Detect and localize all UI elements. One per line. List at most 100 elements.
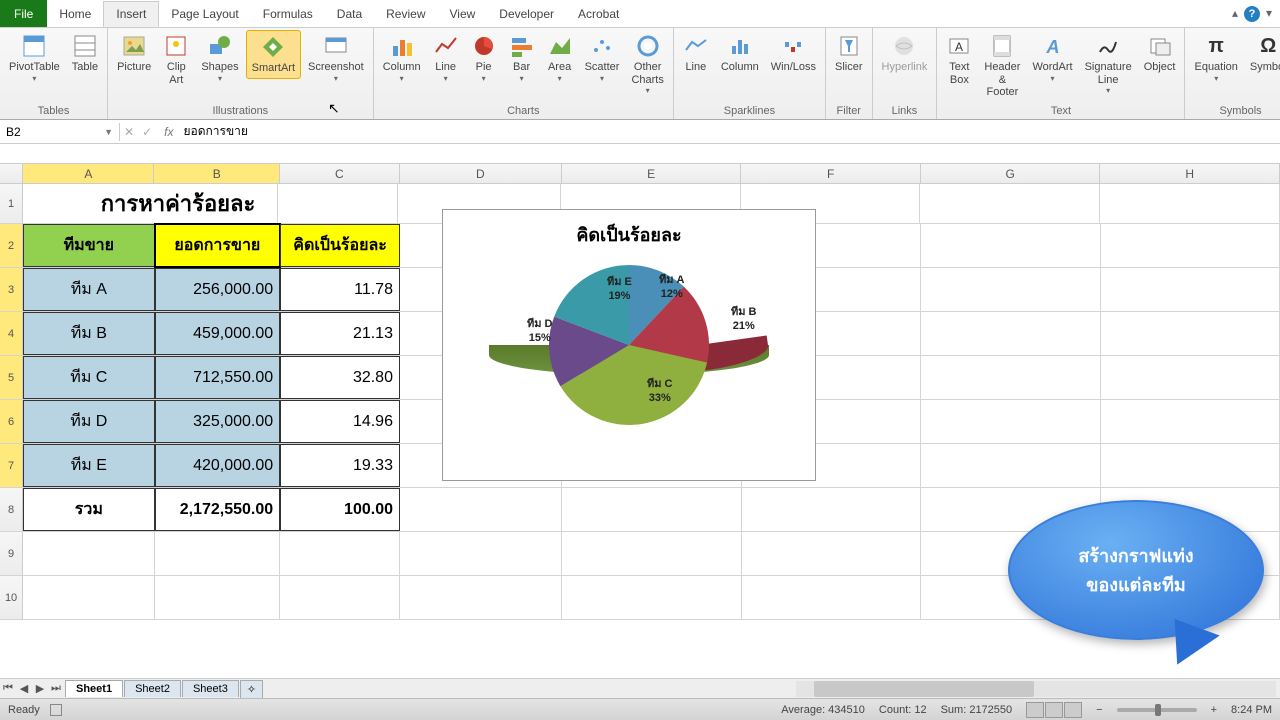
tab-page-layout[interactable]: Page Layout (159, 2, 250, 26)
sheet-nav-last[interactable]: ⏭ (48, 682, 64, 695)
header-pct[interactable]: คิดเป็นร้อยละ (280, 224, 400, 267)
group-label-charts: Charts (507, 103, 539, 119)
signature-button[interactable]: Signature Line▾ (1080, 30, 1137, 98)
total-pct[interactable]: 100.00 (280, 488, 400, 531)
ribbon-options-icon[interactable]: ▾ (1266, 6, 1272, 22)
sparkline-winloss-button[interactable]: Win/Loss (766, 30, 821, 77)
group-label-filter: Filter (837, 103, 861, 119)
picture-button[interactable]: Picture (112, 30, 156, 77)
group-label-symbols: Symbols (1219, 103, 1261, 119)
sheet-nav-prev[interactable]: ◀ (16, 682, 32, 695)
row-header-6[interactable]: 6 (0, 400, 23, 443)
pie-chart[interactable]: คิดเป็นร้อยละ ทีม A12% ทีม B21% ทีม C33%… (442, 209, 816, 481)
ribbon-tabs: File Home Insert Page Layout Formulas Da… (0, 0, 1280, 28)
row-header-7[interactable]: 7 (0, 444, 23, 487)
minimize-ribbon-icon[interactable]: ▴ (1232, 6, 1238, 22)
sheet-tab-1[interactable]: Sheet1 (65, 680, 123, 697)
table-row[interactable]: ทีม B (23, 312, 154, 355)
row-header-2[interactable]: 2 (0, 224, 23, 267)
col-header-F[interactable]: F (741, 164, 921, 183)
sheet-tab-3[interactable]: Sheet3 (182, 680, 239, 697)
tab-data[interactable]: Data (325, 2, 374, 26)
tab-review[interactable]: Review (374, 2, 437, 26)
total-label[interactable]: รวม (23, 488, 154, 531)
row-header-8[interactable]: 8 (0, 488, 23, 531)
pie-label-b: ทีม B21% (731, 305, 757, 334)
table-row[interactable]: ทีม E (23, 444, 154, 487)
area-chart-button[interactable]: Area▾ (542, 30, 578, 86)
col-header-D[interactable]: D (400, 164, 562, 183)
bar-chart-button[interactable]: Bar▾ (504, 30, 540, 86)
equation-button[interactable]: πEquation▾ (1189, 30, 1242, 86)
shapes-button[interactable]: Shapes▾ (196, 30, 243, 86)
table-row[interactable]: ทีม A (23, 268, 154, 311)
group-label-text: Text (1051, 103, 1071, 119)
row-header-5[interactable]: 5 (0, 356, 23, 399)
group-label-sparklines: Sparklines (724, 103, 775, 119)
group-tables: PivotTable▾ Table Tables (0, 28, 108, 119)
group-filter: Slicer Filter (826, 28, 873, 119)
tab-insert[interactable]: Insert (103, 1, 159, 27)
zoom-slider[interactable] (1117, 708, 1197, 712)
column-chart-button[interactable]: Column▾ (378, 30, 426, 86)
sheet-tab-2[interactable]: Sheet2 (124, 680, 181, 697)
formula-input[interactable] (181, 123, 1280, 141)
hyperlink-button[interactable]: Hyperlink (877, 30, 933, 77)
tab-view[interactable]: View (438, 2, 488, 26)
row-header-1[interactable]: 1 (0, 184, 23, 223)
zoom-in-icon[interactable]: + (1211, 704, 1217, 716)
name-box[interactable]: B2▼ (0, 123, 120, 141)
smartart-button[interactable]: SmartArt (246, 30, 301, 79)
header-sales[interactable]: ยอดการขาย (155, 224, 281, 267)
file-tab[interactable]: File (0, 0, 47, 27)
slicer-button[interactable]: Slicer (830, 30, 868, 77)
tab-formulas[interactable]: Formulas (251, 2, 325, 26)
row-header-9[interactable]: 9 (0, 532, 23, 575)
total-sales[interactable]: 2,172,550.00 (155, 488, 281, 531)
wordart-button[interactable]: AWordArt▾ (1027, 30, 1077, 86)
pie-chart-button[interactable]: Pie▾ (466, 30, 502, 86)
tab-home[interactable]: Home (47, 2, 103, 26)
sparkline-line-button[interactable]: Line (678, 30, 714, 77)
col-header-H[interactable]: H (1100, 164, 1280, 183)
symbol-button[interactable]: ΩSymbol (1245, 30, 1280, 77)
table-row[interactable]: ทีม C (23, 356, 154, 399)
sparkline-column-button[interactable]: Column (716, 30, 764, 77)
new-sheet-button[interactable]: ✧ (240, 680, 263, 698)
col-header-B[interactable]: B (154, 164, 280, 183)
row-header-10[interactable]: 10 (0, 576, 23, 619)
macro-record-icon[interactable] (50, 704, 62, 716)
help-icon[interactable]: ? (1244, 6, 1260, 22)
ribbon-body: PivotTable▾ Table Tables Picture Clip Ar… (0, 28, 1280, 120)
col-header-G[interactable]: G (921, 164, 1101, 183)
zoom-out-icon[interactable]: − (1096, 704, 1102, 716)
tab-acrobat[interactable]: Acrobat (566, 2, 631, 26)
row-header-3[interactable]: 3 (0, 268, 23, 311)
tab-developer[interactable]: Developer (487, 2, 566, 26)
screenshot-button[interactable]: Screenshot▾ (303, 30, 369, 86)
sheet-nav-first[interactable]: ⏮ (0, 682, 16, 695)
clipart-button[interactable]: Clip Art (158, 30, 194, 89)
row-header-4[interactable]: 4 (0, 312, 23, 355)
other-charts-button[interactable]: Other Charts▾ (626, 30, 668, 98)
scatter-chart-button[interactable]: Scatter▾ (580, 30, 625, 86)
col-header-C[interactable]: C (280, 164, 400, 183)
object-button[interactable]: Object (1139, 30, 1181, 77)
pivottable-button[interactable]: PivotTable▾ (4, 30, 65, 86)
header-footer-button[interactable]: Header & Footer (979, 30, 1025, 102)
cancel-icon[interactable]: ✕ (120, 125, 138, 139)
select-all-corner[interactable] (0, 164, 23, 183)
textbox-button[interactable]: AText Box (941, 30, 977, 89)
line-chart-button[interactable]: Line▾ (428, 30, 464, 86)
col-header-A[interactable]: A (23, 164, 154, 183)
col-header-E[interactable]: E (562, 164, 742, 183)
table-button[interactable]: Table (67, 30, 103, 77)
header-team[interactable]: ทีมขาย (23, 224, 154, 267)
view-buttons[interactable] (1026, 702, 1082, 718)
enter-icon[interactable]: ✓ (138, 125, 156, 139)
fx-icon[interactable]: fx (156, 125, 181, 139)
callout-shape[interactable]: สร้างกราฟแท่งของแต่ละทีม (1008, 500, 1264, 660)
sheet-nav-next[interactable]: ▶ (32, 682, 48, 695)
table-row[interactable]: ทีม D (23, 400, 154, 443)
horizontal-scrollbar[interactable] (796, 681, 1276, 697)
